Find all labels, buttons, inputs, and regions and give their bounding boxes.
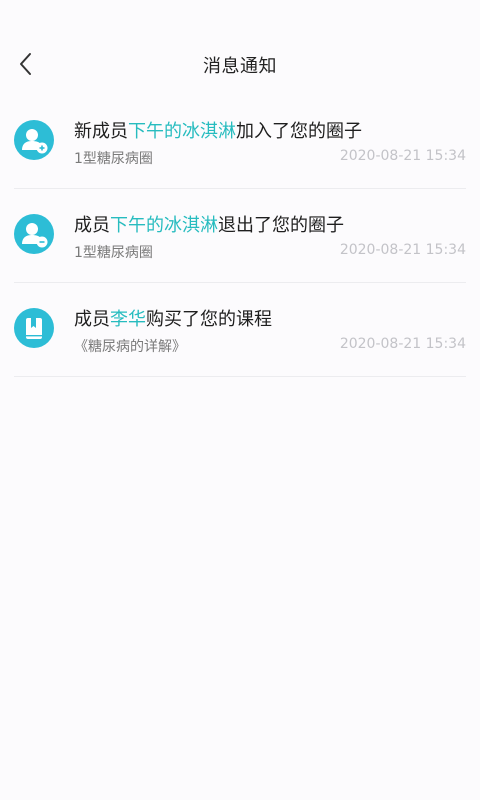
notification-item[interactable]: 新成员下午的冰淇淋加入了您的圈子 1型糖尿病圈 2020-08-21 15:34 (14, 95, 466, 189)
notification-title: 新成员下午的冰淇淋加入了您的圈子 (74, 117, 362, 143)
title-prefix: 成员 (74, 215, 110, 236)
notification-subtitle: 1型糖尿病圈 (74, 245, 153, 261)
notification-list: 新成员下午的冰淇淋加入了您的圈子 1型糖尿病圈 2020-08-21 15:34… (0, 95, 480, 377)
notification-time: 2020-08-21 15:34 (339, 148, 466, 164)
notification-time: 2020-08-21 15:34 (339, 336, 466, 352)
page-title: 消息通知 (203, 56, 277, 77)
user-remove-icon (14, 214, 54, 254)
title-suffix: 加入了您的圈子 (236, 121, 362, 142)
title-suffix: 购买了您的课程 (146, 309, 272, 330)
title-suffix: 退出了您的圈子 (218, 215, 344, 236)
member-name-link[interactable]: 李华 (110, 309, 146, 330)
notification-title: 成员下午的冰淇淋退出了您的圈子 (74, 211, 344, 237)
notification-subtitle: 《糖尿病的详解》 (74, 339, 186, 355)
notification-item[interactable]: 成员下午的冰淇淋退出了您的圈子 1型糖尿病圈 2020-08-21 15:34 (14, 189, 466, 283)
notification-item[interactable]: 成员李华购买了您的课程 《糖尿病的详解》 2020-08-21 15:34 (14, 283, 466, 377)
title-prefix: 成员 (74, 309, 110, 330)
user-add-icon (14, 120, 54, 160)
member-name-link[interactable]: 下午的冰淇淋 (128, 121, 236, 142)
notification-time: 2020-08-21 15:34 (339, 242, 466, 258)
book-icon (14, 308, 54, 348)
notification-subtitle: 1型糖尿病圈 (74, 151, 153, 167)
title-prefix: 新成员 (74, 121, 128, 142)
notification-title: 成员李华购买了您的课程 (74, 305, 272, 331)
member-name-link[interactable]: 下午的冰淇淋 (110, 215, 218, 236)
